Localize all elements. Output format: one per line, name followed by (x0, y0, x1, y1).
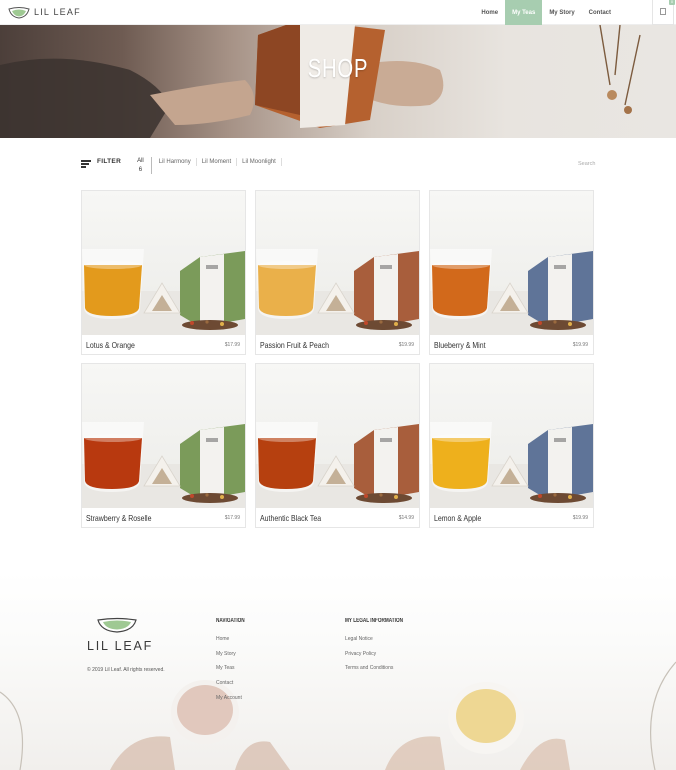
product-image[interactable] (430, 191, 593, 335)
tea-box-label (374, 427, 398, 500)
bag-icon (660, 8, 666, 15)
tea-box-logo (206, 265, 218, 269)
filter-lines-icon[interactable] (81, 160, 91, 168)
loose-leaves (530, 320, 586, 330)
filter-label: FILTER (97, 158, 122, 165)
nav-home[interactable]: Home (474, 0, 505, 25)
tea-box-logo (380, 438, 392, 442)
product-image[interactable] (82, 191, 245, 335)
nav-contact[interactable]: Contact (582, 0, 618, 25)
footer-link-home[interactable]: Home (216, 636, 253, 642)
tea-product-photo (256, 422, 419, 508)
site-footer: LIL LEAF © 2019 Lil Leaf. All rights res… (0, 572, 676, 770)
tea-product-photo (430, 249, 593, 335)
main-nav: Home My Teas My Story Contact (474, 0, 618, 25)
loose-leaves (530, 493, 586, 503)
tea-liquid (84, 438, 142, 489)
footer-navigation: NAVIGATION Home My Story My Teas Contact… (216, 618, 253, 709)
tea-product-photo (430, 422, 593, 508)
footer-link-my-story[interactable]: My Story (216, 651, 253, 657)
tea-box-label (200, 254, 224, 327)
product-name[interactable]: Lotus & Orange (86, 340, 135, 350)
product-price: $17.99 (224, 515, 240, 521)
product-price: $19.99 (398, 342, 414, 348)
tea-box-logo (206, 438, 218, 442)
tea-box-label (548, 254, 572, 327)
filter-all-count: 6 (138, 167, 143, 173)
tea-box-label (374, 254, 398, 327)
teacup-logo-icon (8, 7, 30, 19)
filter-all-label: All (137, 158, 144, 164)
tea-liquid (84, 265, 142, 316)
footer-logo[interactable]: LIL LEAF (87, 617, 153, 653)
tea-liquid (432, 438, 490, 489)
product-card[interactable]: Authentic Black Tea $14.99 (255, 363, 420, 528)
hero-banner: SHOP (0, 25, 676, 138)
tea-product-photo (82, 249, 245, 335)
loose-leaves (356, 493, 412, 503)
product-price: $14.99 (398, 515, 414, 521)
product-card[interactable]: Passion Fruit & Peach $19.99 (255, 190, 420, 355)
loose-leaves (182, 320, 238, 330)
product-name[interactable]: Passion Fruit & Peach (260, 340, 329, 350)
footer-navigation-title: NAVIGATION (216, 618, 245, 624)
tea-box-logo (554, 265, 566, 269)
filter-lil-moment[interactable]: Lil Moment (197, 158, 238, 166)
product-name[interactable]: Strawberry & Roselle (86, 513, 151, 523)
tea-box-logo (380, 265, 392, 269)
product-card[interactable]: Lotus & Orange $17.99 (81, 190, 246, 355)
site-header: LIL LEAF Home My Teas My Story Contact 0 (0, 0, 676, 25)
product-card[interactable]: Strawberry & Roselle $17.99 (81, 363, 246, 528)
tea-product-photo (256, 249, 419, 335)
footer-link-contact[interactable]: Contact (216, 680, 253, 686)
loose-leaves (182, 493, 238, 503)
cart-count-badge: 0 (669, 0, 675, 5)
footer-link-legal-notice[interactable]: Legal Notice (345, 636, 419, 642)
page-title: SHOP (307, 53, 369, 83)
tea-product-photo (82, 422, 245, 508)
footer-legal-title: MY LEGAL INFORMATION (345, 618, 403, 624)
tea-box-label (200, 427, 224, 500)
product-image[interactable] (430, 364, 593, 508)
product-price: $17.99 (224, 342, 240, 348)
brand-logo[interactable]: LIL LEAF (8, 5, 81, 19)
brand-name: LIL LEAF (34, 7, 81, 17)
footer-link-my-teas[interactable]: My Teas (216, 665, 253, 671)
filter-bar: FILTER All 6 Lil Harmony Lil Moment Lil … (81, 157, 282, 174)
footer-link-privacy-policy[interactable]: Privacy Policy (345, 651, 419, 657)
footer-brand-name: LIL LEAF (87, 639, 154, 653)
filter-lil-moonlight[interactable]: Lil Moonlight (237, 158, 282, 166)
product-name[interactable]: Blueberry & Mint (434, 340, 486, 350)
teacup-logo-icon (97, 617, 137, 633)
product-image[interactable] (82, 364, 245, 508)
product-name[interactable]: Lemon & Apple (434, 513, 481, 523)
nav-my-teas[interactable]: My Teas (505, 0, 543, 25)
search-input[interactable]: Search (578, 161, 595, 167)
product-card[interactable]: Lemon & Apple $19.99 (429, 363, 594, 528)
product-name[interactable]: Authentic Black Tea (260, 513, 321, 523)
product-card[interactable]: Blueberry & Mint $19.99 (429, 190, 594, 355)
product-image[interactable] (256, 191, 419, 335)
filter-lil-harmony[interactable]: Lil Harmony (152, 158, 197, 166)
tea-box-label (548, 427, 572, 500)
tea-liquid (258, 265, 316, 316)
filter-all[interactable]: All 6 (137, 157, 152, 174)
footer-link-terms[interactable]: Terms and Conditions (345, 665, 419, 671)
product-image[interactable] (256, 364, 419, 508)
footer-legal: MY LEGAL INFORMATION Legal Notice Privac… (345, 618, 419, 680)
tea-liquid (258, 438, 316, 489)
nav-my-story[interactable]: My Story (542, 0, 581, 25)
tea-liquid (432, 265, 490, 316)
cart-button[interactable]: 0 (652, 0, 675, 25)
footer-link-my-account[interactable]: My Account (216, 695, 253, 701)
product-price: $19.99 (572, 515, 588, 521)
loose-leaves (356, 320, 412, 330)
product-price: $19.99 (572, 342, 588, 348)
copyright: © 2019 Lil Leaf. All rights reserved. (87, 667, 165, 673)
tea-box-logo (554, 438, 566, 442)
